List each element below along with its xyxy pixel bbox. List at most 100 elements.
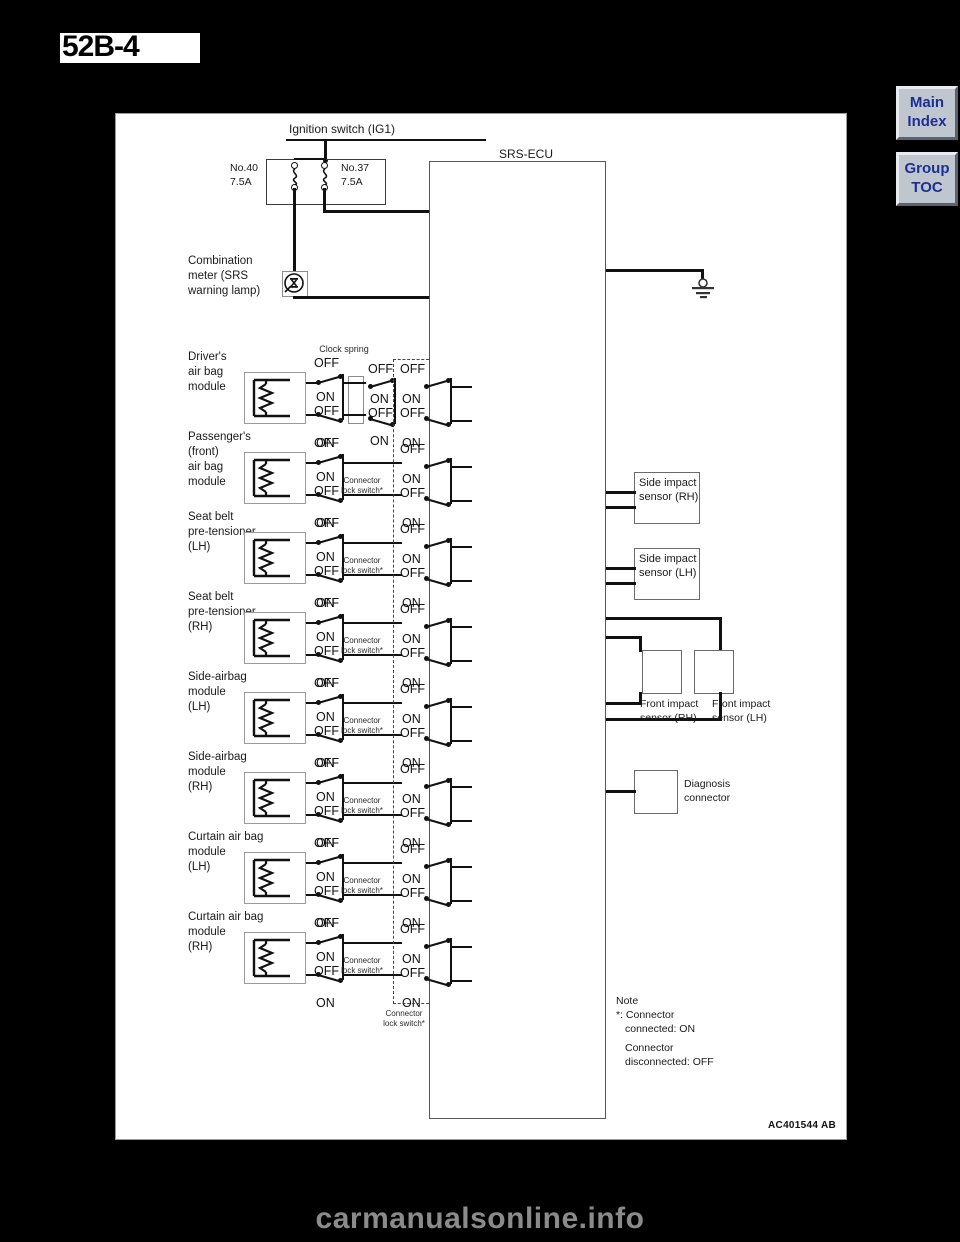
group-toc-button[interactable]: Group TOC <box>896 152 958 206</box>
srs-ecu-box <box>429 161 606 1119</box>
fuse-bracket-left <box>266 159 267 204</box>
page-number: 52B-4 <box>62 30 140 63</box>
group-toc-label-line2: TOC <box>911 179 943 196</box>
module-6-sw3-on-mid: ON <box>402 872 421 886</box>
front-impact-sensor-lh-label: Front impact sensor (LH) <box>712 698 771 724</box>
module-4-sw3-on-mid: ON <box>402 712 421 726</box>
side-impact-sensor-lh-box: Side impact sensor (LH) <box>634 548 700 600</box>
module-1-squib-resistor <box>252 458 290 498</box>
fuse-40-rating: 7.5A <box>230 176 252 188</box>
side-impact-sensor-rh-box: Side impact sensor (RH) <box>634 472 700 524</box>
module-2-sw3-on-mid: ON <box>402 552 421 566</box>
module-0-sw3-on-mid: ON <box>402 392 421 406</box>
module-5-sw1-off-top: OFF <box>314 756 339 770</box>
main-index-label-line2: Index <box>907 113 947 130</box>
module-0-sw1-off-top: OFF <box>314 356 339 370</box>
fuse-bracket-right <box>385 159 386 204</box>
module-0-mid-wire-top <box>342 382 366 384</box>
fuse-40-number: No.40 <box>230 162 259 174</box>
module-6-connector-lock-switch-label: Connector lock switch* <box>341 876 383 895</box>
module-0-sw2-tie <box>394 378 396 424</box>
diagnosis-connector-box <box>634 770 678 814</box>
module-3-sw1-off-top: OFF <box>314 596 339 610</box>
module-6-squib-resistor <box>252 858 290 898</box>
module-1-sw1-arm-upper <box>317 455 342 464</box>
module-7-sw3-tie <box>450 938 452 984</box>
module-2-sw3-off-mid: OFF <box>400 566 425 580</box>
srs-warning-lamp-icon <box>284 273 304 293</box>
fuse-37-down-wire <box>323 188 326 212</box>
module-4-sw3-off-top: OFF <box>400 682 425 696</box>
side-impact-rh-wire-1 <box>606 491 636 494</box>
module-4-squib-resistor <box>252 698 290 738</box>
module-4-sw1-arm-upper <box>317 695 342 704</box>
wiring-diagram-panel: Ignition switch (IG1) SRS-ECU Clock spri… <box>115 113 847 1140</box>
connector-lock-switch-boundary-line <box>393 359 394 1004</box>
module-0-sw1-on-mid: ON <box>316 390 335 404</box>
module-2-squib-resistor <box>252 538 290 578</box>
ground-icon <box>692 278 714 299</box>
ignition-switch-label: Ignition switch (IG1) <box>289 122 396 136</box>
module-3-sw1-arm-upper <box>317 615 342 624</box>
module-6-sw1-off-top: OFF <box>314 836 339 850</box>
module-0-sw3-off-top: OFF <box>400 362 425 376</box>
ignition-bus-wire <box>286 139 486 141</box>
fuse-40-top-wire <box>294 158 326 160</box>
connector-lock-switch-boundary-bottom <box>393 1003 429 1004</box>
front-impact-lh-drop <box>719 617 722 651</box>
site-watermark: carmanualsonline.info <box>315 1202 645 1235</box>
front-impact-sensor-rh-box <box>642 650 682 694</box>
module-4-ecu-lead-bottom <box>450 740 472 742</box>
module-5-sw3-off-top: OFF <box>400 762 425 776</box>
note-line-4: disconnected: OFF <box>625 1056 714 1068</box>
fuse-40-element <box>292 169 298 185</box>
module-7-sw1-on-bottom: ON <box>316 996 335 1010</box>
module-0-sw3-off-mid: OFF <box>400 406 425 420</box>
module-4-sw3-off-mid: OFF <box>400 726 425 740</box>
module-1-sw3-tie <box>450 458 452 504</box>
module-3-sw3-on-mid: ON <box>402 632 421 646</box>
note-title: Note <box>616 995 639 1007</box>
module-0-sw2-on-bottom: ON <box>370 434 389 448</box>
module-1-ecu-lead-bottom <box>450 500 472 502</box>
diagnosis-connector-label: Diagnosis connector <box>684 778 731 804</box>
module-7-sw3-off-mid: OFF <box>400 966 425 980</box>
fuse-37-rating: 7.5A <box>341 176 363 188</box>
front-impact-top-bus <box>606 617 722 620</box>
module-7-sw3-off-top: OFF <box>400 922 425 936</box>
module-7-sw1-off-top: OFF <box>314 916 339 930</box>
figure-reference: AC401544 AB <box>768 1120 836 1131</box>
module-0-ecu-lead-top <box>450 386 472 388</box>
group-toc-label-line1: Group <box>904 160 950 177</box>
clock-spring-label: Clock spring <box>319 344 369 354</box>
module-5-sw1-arm-upper <box>317 775 342 784</box>
module-1-sw3-off-mid: OFF <box>400 486 425 500</box>
module-5-sw3-off-mid: OFF <box>400 806 425 820</box>
module-6-ecu-lead-top <box>450 866 472 868</box>
module-4-ecu-lead-top <box>450 706 472 708</box>
module-1-sw3-off-top: OFF <box>400 442 425 456</box>
combination-meter-label: Combination meter (SRS warning lamp) <box>188 255 261 297</box>
module-5-ecu-lead-top <box>450 786 472 788</box>
module-2-connector-lock-switch-label: Connector lock switch* <box>341 556 383 575</box>
main-index-label-line1: Main <box>909 94 945 111</box>
module-0-sw2-on-mid: ON <box>370 392 389 406</box>
srs-ecu-label: SRS-ECU <box>499 147 554 161</box>
module-4-label: Side-airbag module (LH) <box>188 671 247 713</box>
fuse-bracket-top <box>266 159 386 160</box>
module-5-squib-resistor <box>252 778 290 818</box>
module-7-ecu-lead-top <box>450 946 472 948</box>
module-0-mid-wire-bottom <box>342 414 366 416</box>
front-impact-rh-bottom-wire <box>606 702 642 705</box>
module-6-sw3-off-top: OFF <box>400 842 425 856</box>
side-impact-rh-wire-2 <box>606 506 636 509</box>
module-2-sw3-tie <box>450 538 452 584</box>
main-index-button[interactable]: Main Index <box>896 86 958 140</box>
module-5-label: Side-airbag module (RH) <box>188 751 247 793</box>
fuse-37-element <box>322 169 328 185</box>
module-1-label: Passenger's (front) air bag module <box>188 431 251 488</box>
module-0-sw1-arm-upper <box>317 375 342 384</box>
module-3-squib-resistor <box>252 618 290 658</box>
module-2-ecu-lead-top <box>450 546 472 548</box>
module-3-sw3-off-top: OFF <box>400 602 425 616</box>
